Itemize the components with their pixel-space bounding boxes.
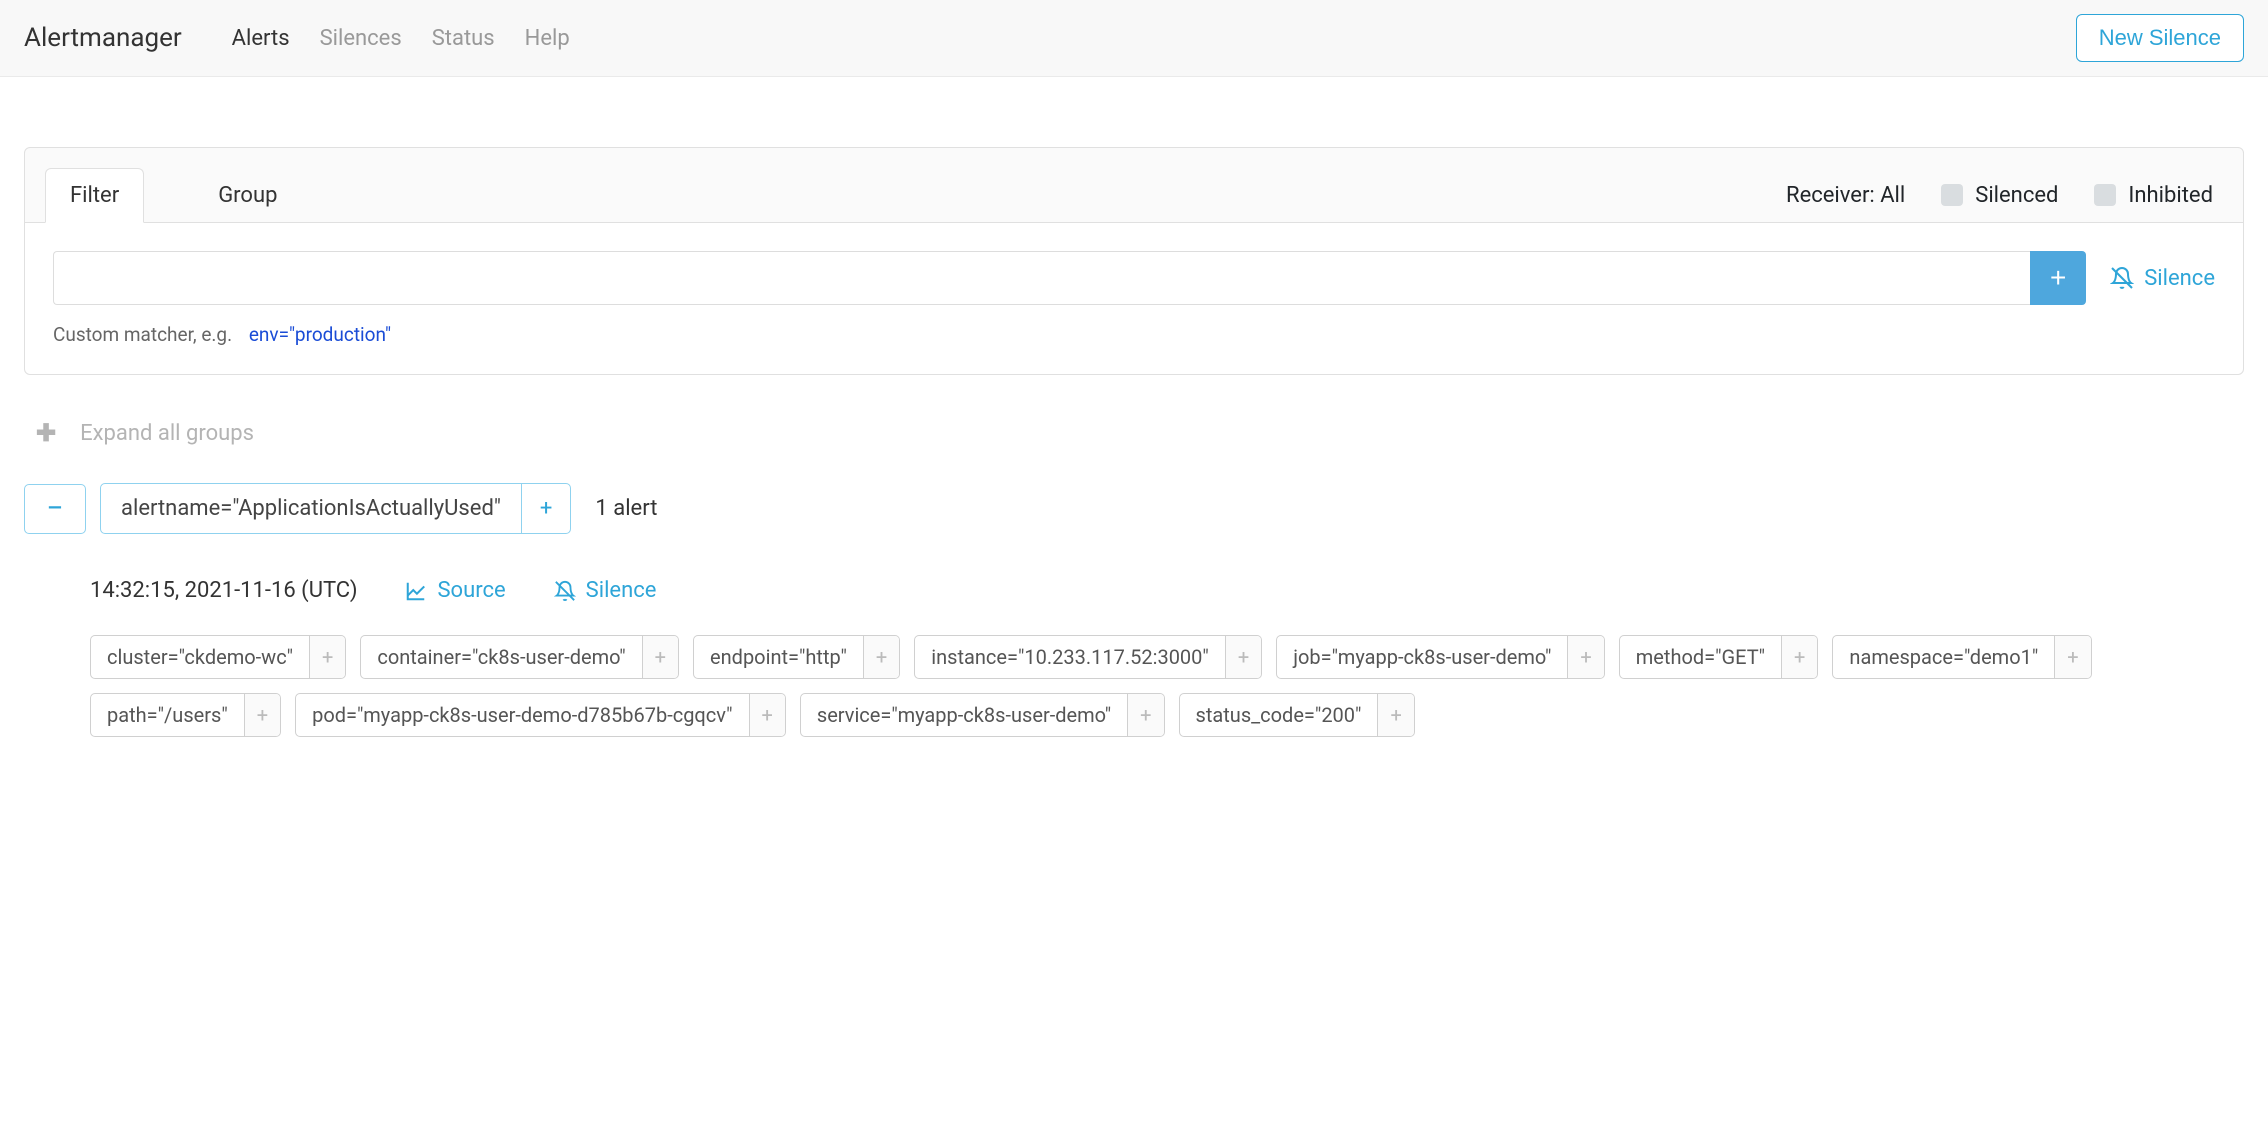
filter-hint: Custom matcher, e.g. env="production": [53, 323, 2215, 346]
label-text: job="myapp-ck8s-user-demo": [1277, 636, 1567, 678]
label-text: namespace="demo1": [1833, 636, 2054, 678]
label-pill: cluster="ckdemo-wc"+: [90, 635, 346, 679]
add-filter-button[interactable]: +: [2030, 251, 2086, 305]
label-pill: path="/users"+: [90, 693, 281, 737]
filter-input[interactable]: [53, 251, 2030, 305]
nav-link-alerts[interactable]: Alerts: [232, 26, 290, 51]
expand-all-button[interactable]: ✚ Expand all groups: [36, 419, 2244, 447]
label-add-button[interactable]: +: [1377, 694, 1413, 736]
collapse-button[interactable]: −: [24, 484, 86, 534]
hint-code: env="production": [249, 323, 391, 346]
tabs-left: Filter Group: [45, 168, 301, 222]
silence-link-label: Silence: [586, 578, 657, 603]
tabs-row: Filter Group Receiver: All Silenced Inhi…: [25, 148, 2243, 222]
alert-header: 14:32:15, 2021-11-16 (UTC) Source: [90, 578, 2244, 603]
filter-body: + Silence Custom matcher, e.g. env="prod: [25, 222, 2243, 374]
label-pill: pod="myapp-ck8s-user-demo-d785b67b-cgqcv…: [295, 693, 786, 737]
source-label: Source: [437, 578, 505, 603]
label-pill: namespace="demo1"+: [1832, 635, 2091, 679]
label-text: instance="10.233.117.52:3000": [915, 636, 1225, 678]
bell-slash-icon: [554, 580, 576, 602]
alert-block: 14:32:15, 2021-11-16 (UTC) Source: [90, 578, 2244, 737]
tabs-right: Receiver: All Silenced Inhibited: [1786, 183, 2223, 208]
label-add-button[interactable]: +: [244, 694, 280, 736]
brand: Alertmanager: [24, 23, 182, 53]
receiver-text: Receiver: All: [1786, 183, 1905, 208]
inhibited-label: Inhibited: [2128, 183, 2213, 208]
label-pill: service="myapp-ck8s-user-demo"+: [800, 693, 1165, 737]
nav-link-silences[interactable]: Silences: [320, 26, 402, 51]
label-text: service="myapp-ck8s-user-demo": [801, 694, 1127, 736]
checkbox-icon: [1941, 184, 1963, 206]
label-text: path="/users": [91, 694, 244, 736]
silenced-label: Silenced: [1975, 183, 2058, 208]
group-add-button[interactable]: +: [521, 484, 570, 533]
label-text: endpoint="http": [694, 636, 863, 678]
group-row: − alertname="ApplicationIsActuallyUsed" …: [24, 483, 2244, 534]
group-badge: alertname="ApplicationIsActuallyUsed" +: [100, 483, 571, 534]
nav-link-status[interactable]: Status: [432, 26, 495, 51]
expand-all-label: Expand all groups: [80, 421, 254, 446]
filter-input-group: +: [53, 251, 2086, 305]
filter-input-row: + Silence: [53, 251, 2215, 305]
content: Filter Group Receiver: All Silenced Inhi…: [0, 77, 2268, 761]
label-pill: instance="10.233.117.52:3000"+: [914, 635, 1262, 679]
label-pill: job="myapp-ck8s-user-demo"+: [1276, 635, 1605, 679]
source-link[interactable]: Source: [405, 578, 505, 603]
label-add-button[interactable]: +: [1781, 636, 1817, 678]
label-text: container="ck8s-user-demo": [361, 636, 641, 678]
label-pill: endpoint="http"+: [693, 635, 900, 679]
group-label: alertname="ApplicationIsActuallyUsed": [101, 484, 521, 533]
silence-button[interactable]: Silence: [2110, 266, 2215, 291]
bell-slash-icon: [2110, 266, 2134, 290]
checkbox-icon: [2094, 184, 2116, 206]
navbar: Alertmanager Alerts Silences Status Help…: [0, 0, 2268, 77]
inhibited-toggle[interactable]: Inhibited: [2094, 183, 2213, 208]
label-pill: container="ck8s-user-demo"+: [360, 635, 679, 679]
hint-prefix: Custom matcher, e.g.: [53, 323, 232, 346]
nav-link-help[interactable]: Help: [525, 26, 570, 51]
label-add-button[interactable]: +: [642, 636, 678, 678]
silence-label: Silence: [2144, 266, 2215, 291]
filter-card: Filter Group Receiver: All Silenced Inhi…: [24, 147, 2244, 375]
label-add-button[interactable]: +: [309, 636, 345, 678]
label-pill: method="GET"+: [1619, 635, 1819, 679]
label-text: status_code="200": [1180, 694, 1378, 736]
label-add-button[interactable]: +: [749, 694, 785, 736]
plus-icon: ✚: [36, 419, 56, 447]
label-add-button[interactable]: +: [2054, 636, 2090, 678]
label-add-button[interactable]: +: [1225, 636, 1261, 678]
nav-left: Alertmanager Alerts Silences Status Help: [24, 23, 570, 53]
silenced-toggle[interactable]: Silenced: [1941, 183, 2058, 208]
tab-filter[interactable]: Filter: [45, 168, 144, 223]
labels: cluster="ckdemo-wc"+container="ck8s-user…: [90, 635, 2244, 737]
label-add-button[interactable]: +: [1567, 636, 1603, 678]
label-text: pod="myapp-ck8s-user-demo-d785b67b-cgqcv…: [296, 694, 748, 736]
tab-group[interactable]: Group: [194, 169, 301, 222]
label-text: cluster="ckdemo-wc": [91, 636, 309, 678]
label-pill: status_code="200"+: [1179, 693, 1415, 737]
silence-link[interactable]: Silence: [554, 578, 657, 603]
alert-timestamp: 14:32:15, 2021-11-16 (UTC): [90, 578, 357, 603]
label-text: method="GET": [1620, 636, 1781, 678]
label-add-button[interactable]: +: [863, 636, 899, 678]
alert-count: 1 alert: [595, 496, 657, 521]
label-add-button[interactable]: +: [1127, 694, 1163, 736]
chart-icon: [405, 580, 427, 602]
new-silence-button[interactable]: New Silence: [2076, 14, 2244, 62]
